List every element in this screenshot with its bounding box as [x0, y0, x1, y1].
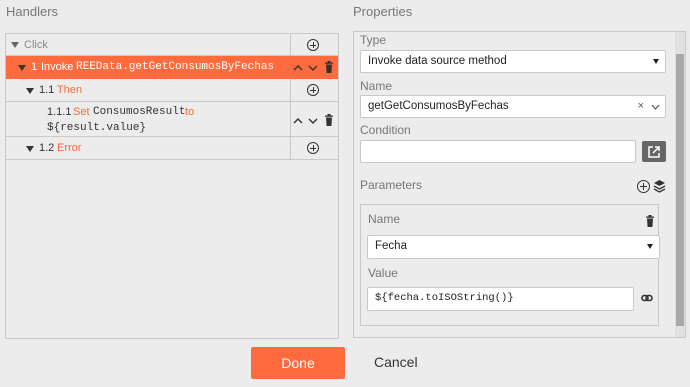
properties-panel: Type Invoke data source method Name getG… — [353, 31, 686, 338]
variable-name: ConsumosResult — [93, 106, 186, 118]
chevron-down-icon[interactable] — [651, 104, 660, 110]
move-down-icon[interactable] — [308, 63, 318, 73]
type-value: Invoke data source method — [368, 55, 507, 67]
handler-row-set[interactable]: 1.1.1 Set ConsumosResult to ${result.val… — [6, 102, 338, 137]
handler-row-error[interactable]: 1.2 Error — [6, 137, 338, 160]
handler-label: Click — [24, 39, 48, 51]
param-value-label: Value — [368, 266, 398, 280]
trash-icon[interactable] — [324, 61, 334, 73]
row-number: 1.1 — [39, 84, 55, 96]
row-divider — [290, 102, 291, 136]
dropdown-caret-icon — [653, 59, 659, 64]
handler-row-then[interactable]: 1.1 Then — [6, 79, 338, 102]
move-up-icon[interactable] — [293, 116, 303, 126]
type-label: Type — [360, 33, 387, 47]
keyword-error: Error — [57, 142, 82, 154]
name-value: getGetConsumosByFechas — [368, 100, 509, 112]
trash-icon[interactable] — [645, 215, 655, 227]
row-divider — [290, 137, 291, 159]
keyword-to: to — [185, 106, 195, 118]
collapse-triangle-icon[interactable] — [26, 146, 34, 152]
row-number: 1.2 — [39, 142, 55, 154]
parameter-card: Name Fecha Value ${fecha.toISOString()} — [360, 204, 660, 326]
param-value-input[interactable]: ${fecha.toISOString()} — [367, 287, 634, 311]
parameters-label: Parameters — [360, 178, 423, 192]
handler-row-click[interactable]: Click — [6, 34, 338, 56]
properties-scrollbar[interactable] — [675, 32, 685, 337]
move-down-icon[interactable] — [308, 116, 318, 126]
done-button[interactable]: Done — [251, 347, 345, 379]
keyword-invoke: Invoke — [41, 61, 74, 73]
name-label: Name — [360, 79, 393, 93]
clear-icon[interactable]: × — [638, 100, 644, 112]
param-name-select[interactable]: Fecha — [367, 235, 660, 259]
handlers-panel: Click 1 Invoke REEData.getGetConsumosByF… — [5, 33, 339, 339]
add-circle-icon[interactable] — [307, 142, 319, 154]
collapse-triangle-icon[interactable] — [26, 88, 34, 94]
open-editor-button[interactable] — [642, 141, 666, 162]
collapse-triangle-icon[interactable] — [11, 42, 19, 48]
name-combobox[interactable]: getGetConsumosByFechas × — [360, 95, 666, 118]
set-expression: ${result.value} — [47, 122, 147, 134]
dropdown-caret-icon — [647, 244, 653, 249]
condition-label: Condition — [360, 123, 411, 137]
row-number: 1.1.1 — [47, 106, 72, 118]
type-select[interactable]: Invoke data source method — [360, 50, 666, 73]
row-divider — [290, 79, 291, 101]
add-circle-icon[interactable] — [307, 39, 319, 51]
row-divider — [290, 34, 291, 55]
method-name: REEData.getGetConsumosByFechas — [76, 61, 275, 73]
collapse-triangle-icon[interactable] — [18, 65, 26, 71]
move-up-icon[interactable] — [293, 63, 303, 73]
handlers-title: Handlers — [6, 4, 59, 19]
param-name-value: Fecha — [375, 240, 407, 252]
row-number: 1 — [31, 61, 38, 73]
param-name-label: Name — [368, 212, 401, 226]
add-circle-icon[interactable] — [307, 84, 319, 96]
param-value-text: ${fecha.toISOString()} — [375, 292, 514, 304]
keyword-then: Then — [57, 84, 83, 96]
cancel-button[interactable]: Cancel — [374, 354, 418, 370]
handler-row-invoke[interactable]: 1 Invoke REEData.getGetConsumosByFechas — [6, 56, 338, 79]
layers-icon[interactable] — [653, 179, 666, 193]
add-parameter-icon[interactable] — [637, 180, 650, 193]
trash-icon[interactable] — [324, 114, 334, 126]
external-link-icon — [648, 146, 660, 158]
condition-input[interactable] — [360, 140, 636, 163]
keyword-set: Set — [73, 106, 90, 118]
link-icon[interactable] — [641, 293, 653, 303]
properties-title: Properties — [353, 4, 413, 19]
scrollbar-thumb[interactable] — [676, 54, 684, 326]
